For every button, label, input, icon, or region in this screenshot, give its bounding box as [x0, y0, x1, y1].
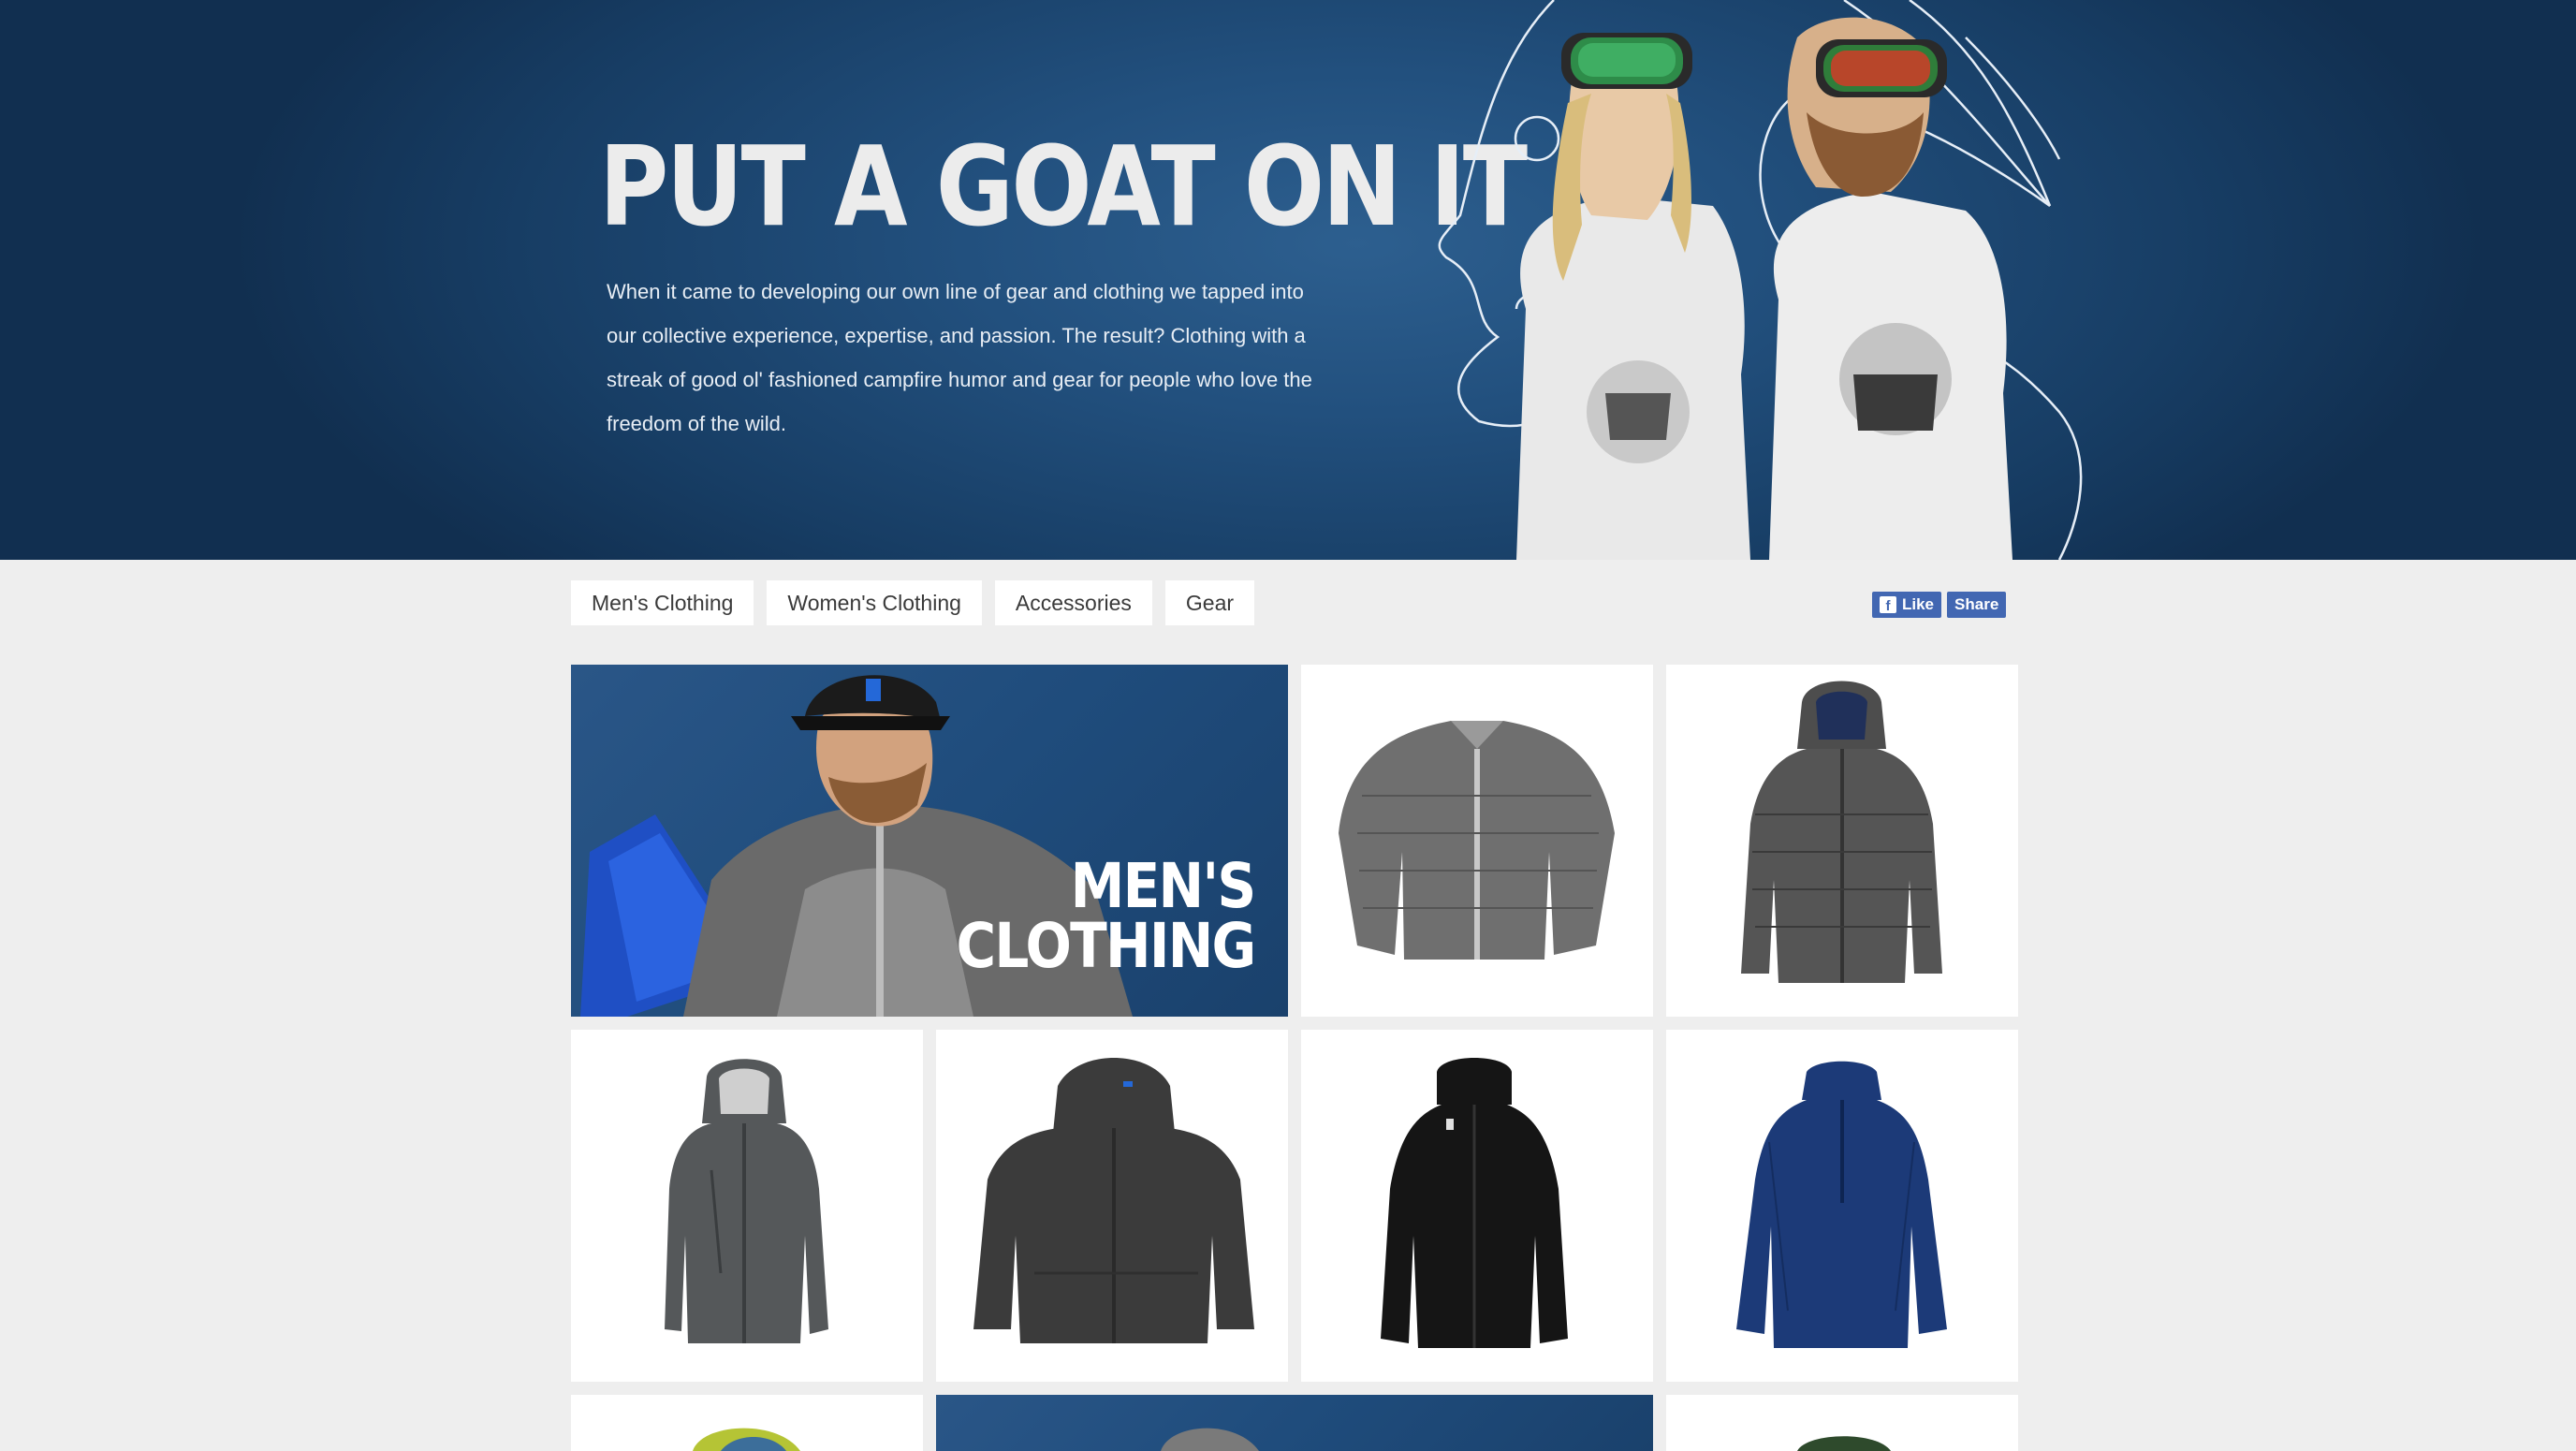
man-model [1769, 17, 2012, 560]
charcoal-fleece-hoodie-image [973, 1058, 1254, 1343]
facebook-like-button[interactable]: f Like [1872, 592, 1942, 618]
tab-mens-clothing[interactable]: Men's Clothing [571, 580, 754, 625]
product-tile-black-fleece-jacket[interactable] [1301, 1030, 1653, 1382]
silver-down-jacket-image [1339, 721, 1615, 960]
hero-title: PUT A GOAT ON IT [599, 122, 1528, 251]
feature-title: MEN'S CLOTHING [956, 850, 1256, 982]
gray-shell-jacket-image [665, 1059, 828, 1343]
product-grid: MEN'S CLOTHING [571, 665, 2020, 1451]
mens-clothing-feature-tile[interactable]: MEN'S CLOTHING [571, 665, 1288, 1017]
hero-models-image [1438, 0, 2083, 560]
gray-down-hoodie-image [1741, 681, 1942, 983]
social-buttons: f Like Share [1872, 592, 2007, 618]
woman-model [1516, 33, 1750, 560]
product-tile-navy-quarter-zip[interactable] [1666, 1030, 2018, 1382]
feature-title-line1: MEN'S [1070, 850, 1256, 922]
facebook-f-icon: f [1880, 596, 1896, 613]
hero-banner: PUT A GOAT ON IT When it came to develop… [0, 0, 2576, 560]
green-item-image [1797, 1436, 1891, 1451]
tab-womens-clothing[interactable]: Women's Clothing [767, 580, 982, 625]
tab-accessories[interactable]: Accessories [994, 580, 1152, 625]
tab-gear[interactable]: Gear [1164, 580, 1255, 625]
navy-quarter-zip-image [1736, 1061, 1947, 1348]
beanie-image [693, 1428, 800, 1451]
like-label: Like [1902, 595, 1935, 613]
product-tile-charcoal-fleece-hoodie[interactable] [936, 1030, 1288, 1382]
product-tile-silver-down-jacket[interactable] [1301, 665, 1653, 1017]
black-fleece-jacket-image [1381, 1058, 1568, 1348]
product-tile-beanie[interactable] [571, 1395, 923, 1451]
facebook-share-button[interactable]: Share [1947, 592, 2007, 618]
hero-description: When it came to developing our own line … [607, 280, 1312, 435]
product-tile-green-item[interactable] [1666, 1395, 2018, 1451]
feature-bottom-image [1161, 1428, 1259, 1451]
product-tile-gray-down-hoodie[interactable] [1666, 665, 2018, 1017]
category-tabs: Men's Clothing Women's Clothing Accessor… [571, 580, 1255, 625]
share-label: Share [1954, 595, 1999, 613]
feature-title-line2: CLOTHING [956, 910, 1256, 982]
feature-tile-bottom[interactable] [936, 1395, 1653, 1451]
product-tile-gray-shell-jacket[interactable] [571, 1030, 923, 1382]
